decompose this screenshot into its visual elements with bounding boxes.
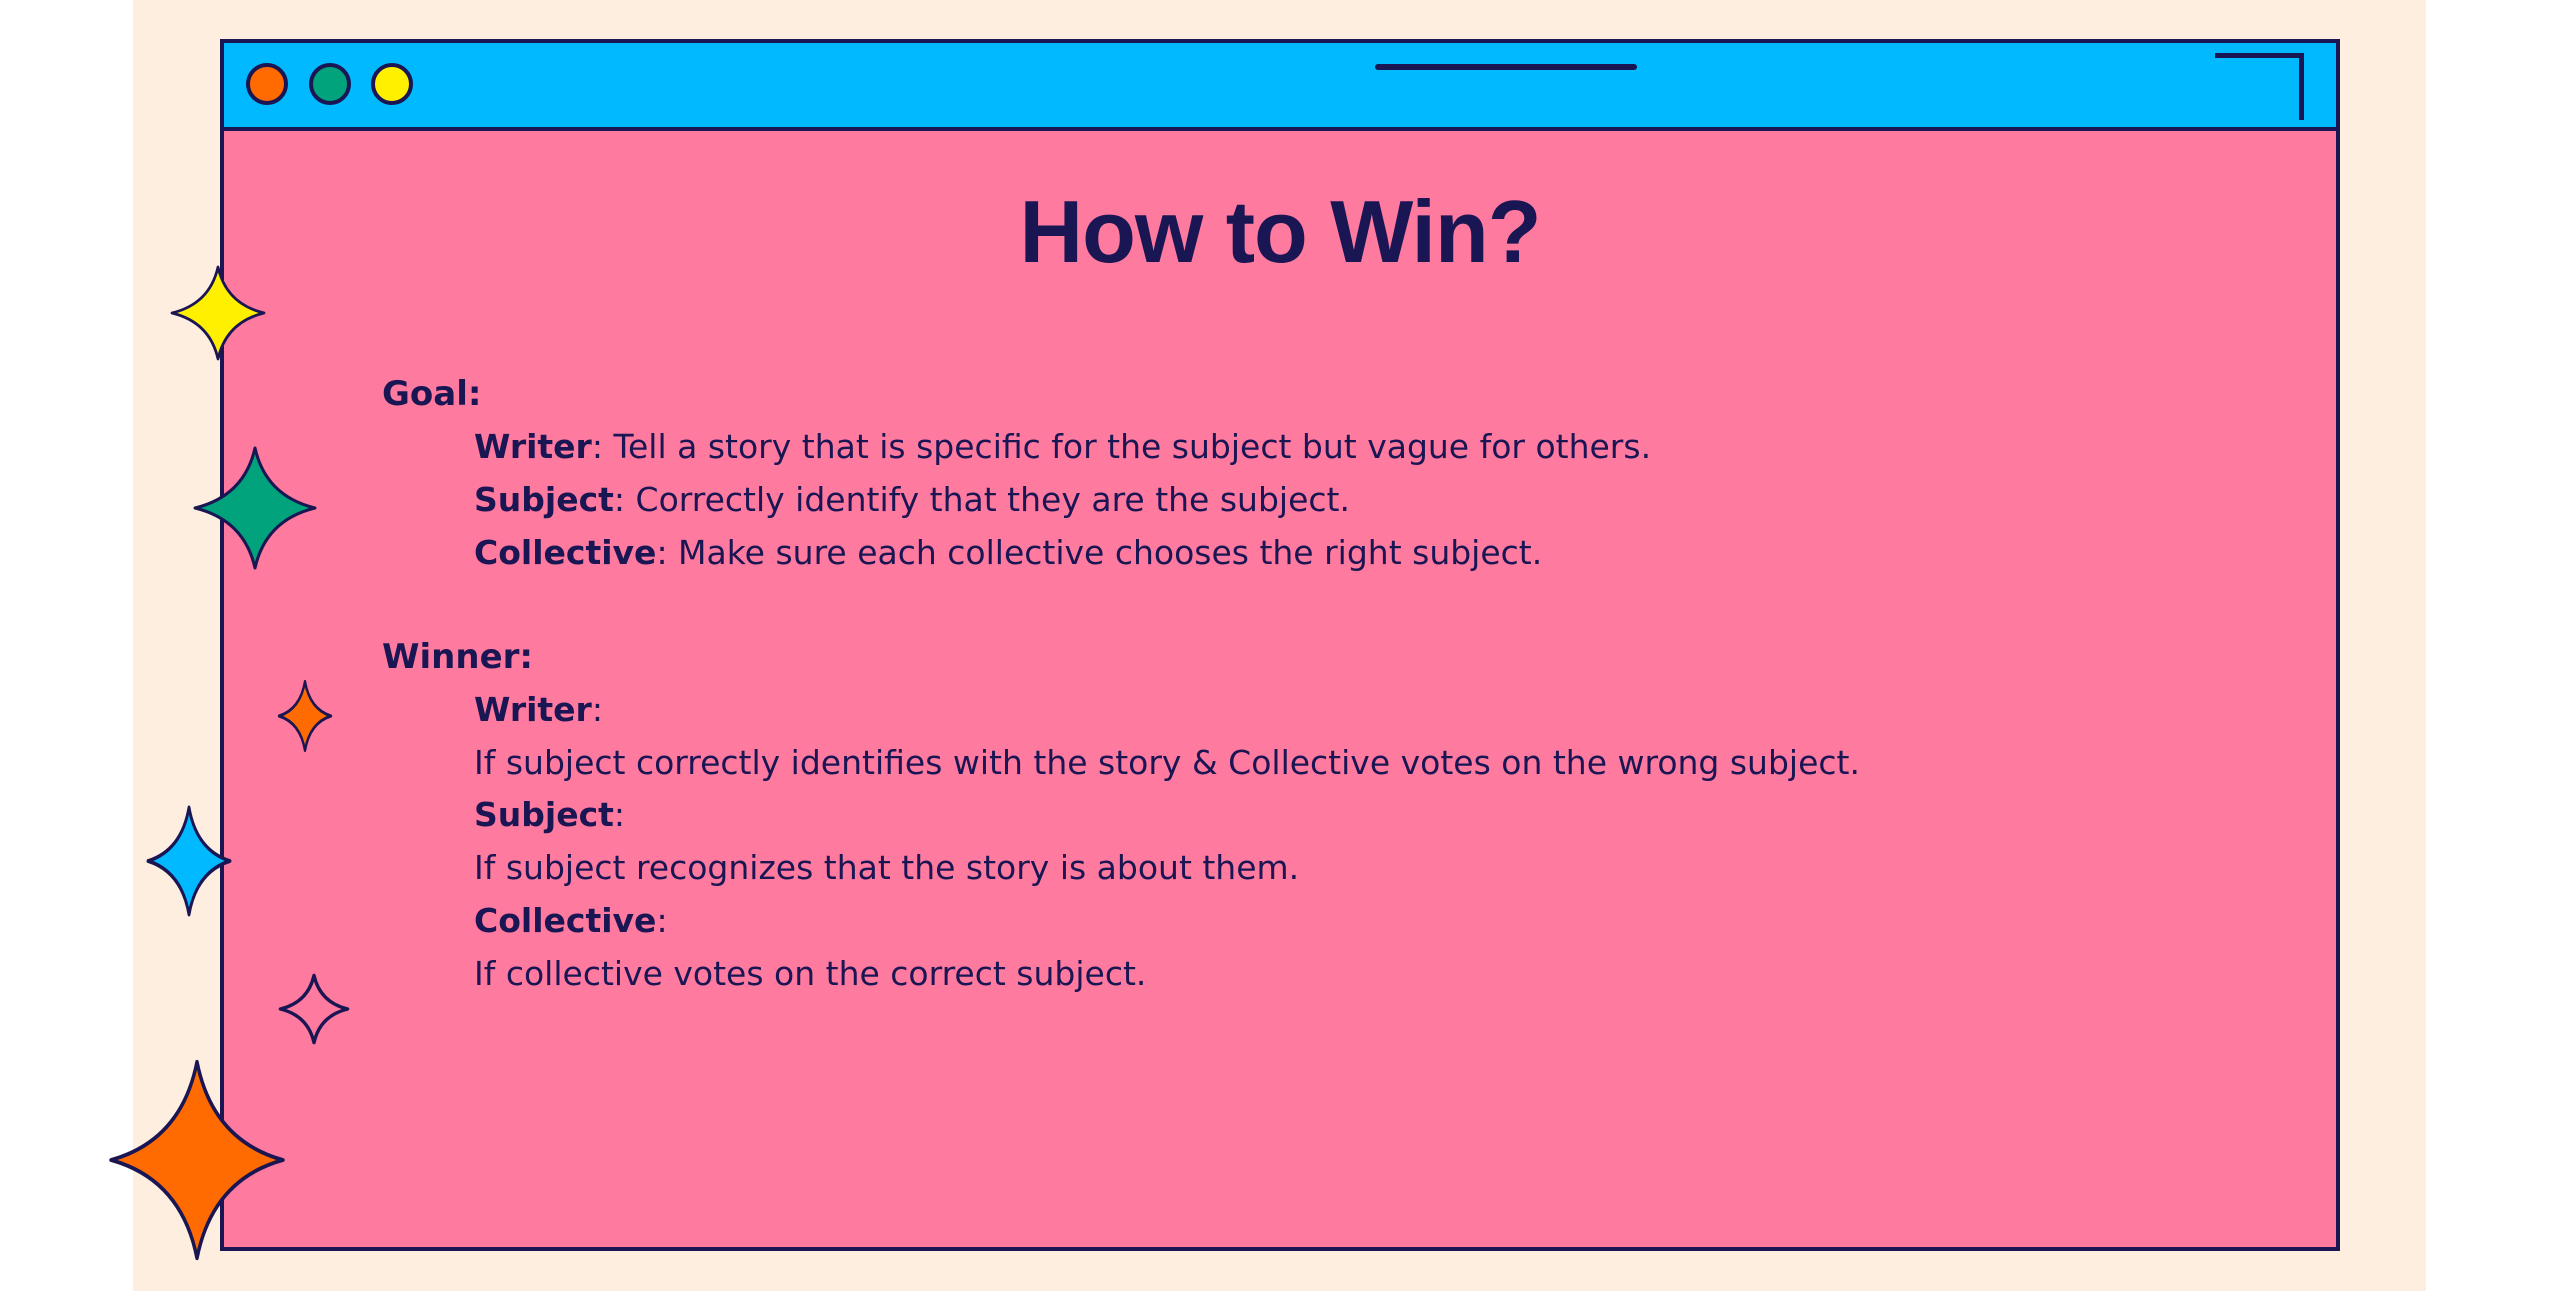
goal-text: Tell a story that is specific for the su… (602, 427, 1652, 466)
sparkle-green-icon (193, 446, 317, 570)
separator: : (656, 533, 668, 572)
titlebar-line-decoration (1375, 64, 1637, 70)
window-dot-orange-icon (246, 63, 288, 105)
window-dot-yellow-icon (371, 63, 413, 105)
winner-subject-condition: If subject recognizes that the story is … (474, 848, 1300, 887)
separator: : (591, 427, 603, 466)
sparkle-yellow-icon (170, 265, 266, 361)
goal-text: Correctly identify that they are the sub… (625, 480, 1350, 519)
separator: : (613, 480, 626, 519)
window-dot-green-icon (309, 63, 351, 105)
sparkle-orange-small-icon (277, 679, 333, 753)
slide-title: How to Win? (1019, 182, 1542, 281)
winner-collective-condition: If collective votes on the correct subje… (474, 954, 1147, 993)
sparkle-blue-icon (146, 805, 232, 917)
role-label: Writer (474, 690, 592, 729)
slide: How to Win? Goal: Writer: Tell a story t… (109, 0, 2426, 1291)
goal-subject-line: Subject: Correctly identify that they ar… (474, 480, 1350, 520)
role-label: Collective (474, 901, 657, 940)
winner-writer-condition: If subject correctly identifies with the… (474, 743, 1860, 782)
goal-text: Make sure each collective chooses the ri… (667, 533, 1543, 572)
role-label: Collective (474, 533, 657, 572)
sparkle-pink-icon (278, 973, 350, 1045)
winner-heading: Winner: (382, 637, 533, 677)
separator: : (656, 901, 668, 940)
winner-collective-label: Collective: (474, 901, 668, 941)
role-label: Subject (474, 480, 614, 519)
winner-writer-label: Writer: (474, 690, 603, 730)
role-label: Subject (474, 795, 614, 834)
browser-window-frame: How to Win? Goal: Writer: Tell a story t… (220, 39, 2340, 1251)
winner-subject-label: Subject: (474, 795, 625, 835)
role-label: Writer (474, 427, 592, 466)
goal-heading: Goal: (382, 374, 482, 414)
separator: : (591, 690, 603, 729)
corner-bracket-icon (2215, 53, 2304, 120)
goal-writer-line: Writer: Tell a story that is specific fo… (474, 427, 1651, 467)
separator: : (613, 795, 626, 834)
sparkle-orange-large-icon (109, 1059, 285, 1261)
window-titlebar (224, 43, 2336, 131)
goal-collective-line: Collective: Make sure each collective ch… (474, 533, 1542, 573)
